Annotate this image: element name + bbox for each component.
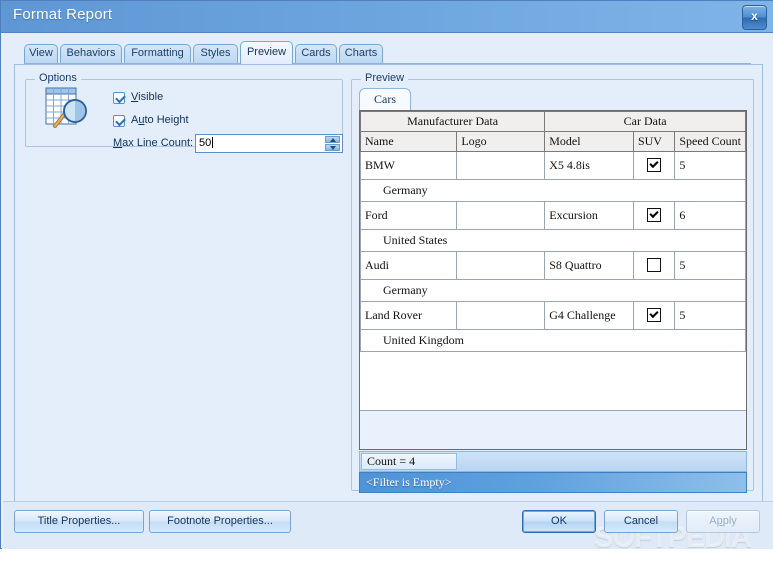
visible-checkbox[interactable] [113, 92, 125, 104]
cell-name: Land Rover [360, 301, 458, 330]
tab-view[interactable]: View [24, 44, 58, 63]
text-caret [212, 137, 214, 148]
inner-tab-cars[interactable]: Cars [359, 88, 411, 110]
preview-group-title: Preview [361, 72, 409, 84]
suv-checkbox[interactable] [647, 207, 662, 222]
footnote-properties-button[interactable]: Footnote Properties... [149, 510, 291, 533]
col-header-name[interactable]: Name [360, 131, 458, 152]
max-line-count-field[interactable]: 50 [195, 134, 343, 153]
table-group-row[interactable]: United Kingdom [360, 329, 746, 352]
band-header-row: Manufacturer Data Car Data [360, 111, 746, 132]
cell-name: Audi [360, 251, 458, 280]
cell-suv [632, 151, 676, 180]
filter-text: <Filter is Empty> [366, 475, 452, 489]
col-header-model[interactable]: Model [544, 131, 634, 152]
tab-behaviors[interactable]: Behaviors [60, 44, 122, 63]
tab-formatting[interactable]: Formatting [124, 44, 191, 63]
format-report-dialog: Format Report x View Behaviors Formattin… [0, 0, 773, 554]
max-line-count-label: Max Line Count: [113, 137, 194, 149]
cell-logo [456, 151, 546, 180]
table-group-row[interactable]: Germany [360, 179, 746, 202]
cell-speed-count: 5 [674, 301, 746, 330]
band-manufacturer-data[interactable]: Manufacturer Data [360, 111, 546, 132]
chevron-up-icon [330, 138, 336, 142]
table-body: BMW X5 4.8is 5 Germany Ford Excursion 6 … [360, 151, 746, 352]
apply-button: Apply [686, 510, 760, 533]
table-group-row[interactable]: Germany [360, 279, 746, 302]
preview-groupbox: Preview Cars Manufacturer Data Car Data … [351, 72, 754, 493]
filter-bar[interactable]: <Filter is Empty> [359, 472, 747, 493]
band-car-data[interactable]: Car Data [544, 111, 746, 132]
ok-button[interactable]: OK [522, 510, 596, 533]
cell-suv [632, 301, 676, 330]
close-button[interactable]: x [742, 5, 767, 30]
tab-preview[interactable]: Preview [240, 41, 293, 64]
tab-cards[interactable]: Cards [295, 44, 337, 63]
table-row[interactable]: BMW X5 4.8is 5 [360, 151, 746, 180]
table-head: Manufacturer Data Car Data Name Logo Mod… [360, 111, 746, 152]
table-magnifier-icon [45, 87, 87, 128]
group-label: United States [360, 229, 746, 252]
cell-speed-count: 5 [674, 251, 746, 280]
auto-height-checkbox[interactable] [113, 115, 125, 127]
col-header-logo[interactable]: Logo [456, 131, 546, 152]
visible-label[interactable]: Visible [131, 91, 163, 103]
group-label: Germany [360, 179, 746, 202]
column-header-row: Name Logo Model SUV Speed Count [360, 131, 746, 152]
cell-model: G4 Challenge [544, 301, 634, 330]
title-properties-button[interactable]: Title Properties... [14, 510, 144, 533]
suv-checkbox[interactable] [647, 257, 662, 272]
grid-empty-area [360, 410, 746, 449]
stepper-up-button[interactable] [325, 136, 340, 143]
cell-suv [632, 201, 676, 230]
cell-name: BMW [360, 151, 458, 180]
group-label: Germany [360, 279, 746, 302]
tab-charts[interactable]: Charts [339, 44, 383, 63]
cell-logo [456, 251, 546, 280]
cell-model: Excursion [544, 201, 634, 230]
preview-tab-panel: Options Visible Auto Height Max Line Cou… [14, 64, 763, 504]
cell-logo [456, 201, 546, 230]
suv-checkbox[interactable] [647, 307, 662, 322]
cell-speed-count: 5 [674, 151, 746, 180]
close-icon: x [751, 9, 758, 23]
cell-speed-count: 6 [674, 201, 746, 230]
stepper-down-button[interactable] [325, 144, 340, 151]
tab-styles[interactable]: Styles [193, 44, 238, 63]
cell-model: S8 Quattro [544, 251, 634, 280]
cars-table: Manufacturer Data Car Data Name Logo Mod… [360, 111, 746, 352]
cell-logo [456, 301, 546, 330]
dialog-client-area: View Behaviors Formatting Styles Preview… [2, 33, 773, 554]
col-header-speed-count[interactable]: Speed Count [674, 131, 746, 152]
group-label: United Kingdom [360, 329, 746, 352]
cancel-button[interactable]: Cancel [604, 510, 678, 533]
cell-suv [632, 251, 676, 280]
cell-name: Ford [360, 201, 458, 230]
table-group-row[interactable]: United States [360, 229, 746, 252]
table-row[interactable]: Ford Excursion 6 [360, 201, 746, 230]
col-header-suv[interactable]: SUV [632, 131, 676, 152]
max-line-count-value-wrap: 50 [199, 137, 214, 149]
chevron-down-icon [330, 146, 336, 150]
max-line-count-stepper [325, 136, 340, 151]
title-bar: Format Report x [1, 1, 773, 33]
record-count: Count = 4 [361, 453, 457, 470]
cell-model: X5 4.8is [544, 151, 634, 180]
suv-checkbox[interactable] [647, 157, 662, 172]
options-group-title: Options [35, 72, 81, 84]
grid-summary-bar: Count = 4 [359, 451, 747, 472]
table-row[interactable]: Audi S8 Quattro 5 [360, 251, 746, 280]
window-title: Format Report [13, 6, 113, 23]
preview-data-grid[interactable]: Manufacturer Data Car Data Name Logo Mod… [359, 110, 747, 450]
max-line-count-value: 50 [199, 137, 212, 149]
table-row[interactable]: Land Rover G4 Challenge 5 [360, 301, 746, 330]
auto-height-label[interactable]: Auto Height [131, 114, 189, 126]
